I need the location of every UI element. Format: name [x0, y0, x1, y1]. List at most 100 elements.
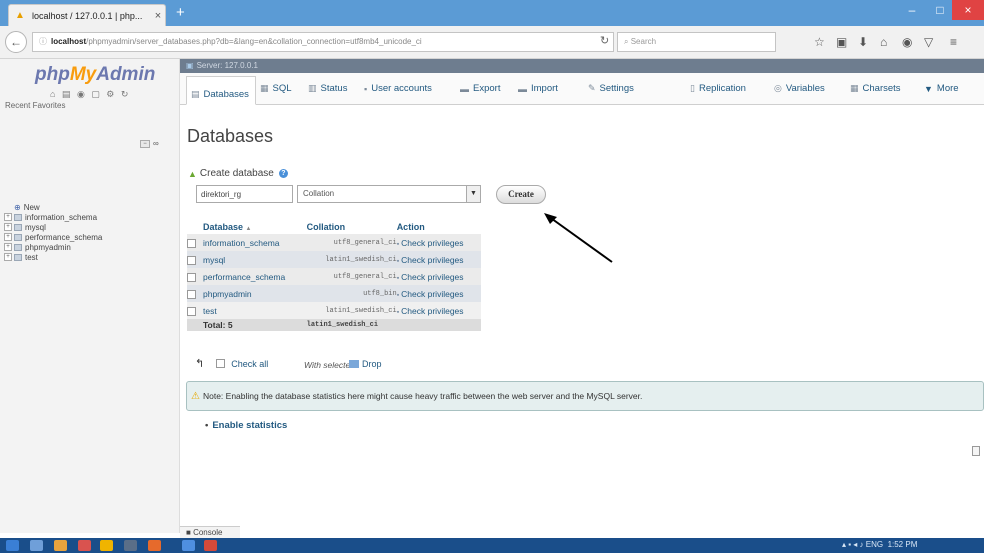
tree-item-performance-schema[interactable]: + performance_schema [4, 232, 102, 242]
phpmyadmin-logo[interactable]: phpMyAdmin [35, 64, 155, 86]
tab-replication[interactable]: ▯ Replication [690, 83, 746, 94]
total-label: Total: 5 [203, 319, 307, 331]
tab-user-accounts[interactable]: ▪ User accounts [364, 83, 432, 94]
browser-tab[interactable]: ▲ localhost / 127.0.0.1 | php... × [8, 4, 166, 26]
app-icon[interactable] [124, 540, 137, 551]
hello-icon[interactable]: ◉ [902, 35, 912, 49]
row-checkbox[interactable] [187, 289, 196, 299]
expand-icon[interactable]: + [4, 223, 12, 231]
tab-export[interactable]: ▬ Export [460, 83, 500, 94]
folder-icon[interactable] [54, 540, 67, 551]
app-icon[interactable] [100, 540, 113, 551]
menu-hamburger-icon[interactable]: ≡ [950, 35, 957, 49]
console-toggle[interactable]: ■ Console [180, 526, 240, 538]
tab-settings[interactable]: ✎ Settings [588, 83, 634, 94]
check-privileges-link[interactable]: ▪ Check privileges [396, 234, 481, 251]
check-privileges-link[interactable]: ▪ Check privileges [396, 285, 481, 302]
tab-label: Export [473, 83, 501, 94]
check-privileges-link[interactable]: ▪ Check privileges [396, 251, 481, 268]
privileges-icon: ▪ [396, 308, 400, 316]
explorer-icon[interactable] [30, 540, 43, 551]
reading-list-icon[interactable]: ▣ [836, 35, 847, 49]
enable-statistics-link[interactable]: • Enable statistics [205, 420, 287, 431]
check-all-label[interactable]: Check all [231, 359, 268, 369]
clock[interactable]: 1:52 PM [888, 540, 918, 549]
create-button[interactable]: Create [496, 185, 546, 204]
tab-more[interactable]: ▼ More [924, 83, 959, 94]
row-checkbox[interactable] [187, 238, 196, 248]
tree-item-mysql[interactable]: + mysql [4, 222, 46, 232]
close-window-button[interactable]: × [952, 0, 984, 20]
header-database[interactable]: Database ▲ [203, 220, 307, 234]
home-icon[interactable]: ⌂ [880, 35, 887, 49]
tab-title: localhost / 127.0.0.1 | php... [32, 10, 143, 21]
search-input[interactable]: ⌕ Search [617, 32, 776, 52]
pocket-icon[interactable]: ▽ [924, 35, 933, 49]
link-with-main-icon[interactable]: ∞ [153, 139, 159, 148]
row-checkbox-cell [187, 234, 203, 251]
tray-icons[interactable]: ▴ ▪ ◂ ♪ [842, 540, 866, 549]
quick-links-icons[interactable]: ⌂ ▤ ◉ ▢ ⚙ ↻ [50, 89, 130, 100]
url-bar[interactable]: ⓘ localhost/phpmyadmin/server_databases.p… [32, 32, 614, 52]
database-name-link[interactable]: test [203, 302, 307, 319]
expand-icon[interactable]: + [4, 233, 12, 241]
row-checkbox[interactable] [187, 272, 196, 282]
maximize-button[interactable]: □ [926, 0, 954, 20]
tab-variables[interactable]: ◎ Variables [774, 83, 825, 94]
minimize-button[interactable]: – [898, 0, 926, 20]
help-icon[interactable]: ? [278, 169, 288, 178]
check-all-checkbox[interactable] [216, 359, 226, 368]
recent-favorites-tabs[interactable]: Recent Favorites [5, 101, 65, 110]
info-icon[interactable]: ⓘ [39, 37, 47, 46]
tab-databases[interactable]: ▤ Databases [186, 76, 256, 105]
server-breadcrumb[interactable]: ▣ Server: 127.0.0.1 [180, 59, 984, 73]
tree-item-information-schema[interactable]: + information_schema [4, 212, 97, 222]
database-name-link[interactable]: information_schema [203, 234, 307, 251]
database-name-link[interactable]: performance_schema [203, 268, 307, 285]
table-row: mysql latin1_swedish_ci ▪ Check privilege… [187, 251, 481, 268]
database-name-link[interactable]: mysql [203, 251, 307, 268]
collation-select[interactable]: Collation ▼ [297, 185, 481, 203]
app-icon[interactable] [182, 540, 195, 551]
bookmark-star-icon[interactable]: ☆ [814, 35, 825, 49]
create-database-icon: ▲ [188, 168, 197, 179]
sql-icon: ▦ [260, 83, 269, 93]
database-name-input[interactable] [196, 185, 293, 203]
total-action-spacer [396, 319, 481, 331]
header-collation[interactable]: Collation [307, 220, 397, 234]
back-arrow-icon[interactable]: ← [5, 31, 27, 53]
tree-item-phpmyadmin[interactable]: + phpmyadmin [4, 242, 71, 252]
expand-icon[interactable]: + [4, 213, 12, 221]
app-icon[interactable] [204, 540, 217, 551]
tab-charsets[interactable]: ▦ Charsets [850, 83, 901, 94]
row-checkbox[interactable] [187, 306, 196, 316]
sort-asc-icon[interactable]: ▲ [246, 226, 252, 232]
search-placeholder: Search [630, 37, 657, 46]
expand-icon[interactable]: + [4, 243, 12, 251]
download-icon[interactable]: ⬇ [858, 35, 868, 49]
charsets-icon: ▦ [850, 83, 859, 93]
tab-sql[interactable]: ▦ SQL [260, 83, 292, 94]
tree-item-test[interactable]: + test [4, 252, 38, 262]
tab-status[interactable]: ▥ Status [308, 83, 347, 94]
expand-icon[interactable]: + [4, 253, 12, 261]
check-privileges-link[interactable]: ▪ Check privileges [396, 302, 481, 319]
database-name-link[interactable]: phpmyadmin [203, 285, 307, 302]
reload-icon[interactable]: ↻ [600, 34, 609, 47]
check-privileges-link[interactable]: ▪ Check privileges [396, 268, 481, 285]
drop-button[interactable]: Drop [349, 359, 382, 369]
tab-import[interactable]: ▬ Import [518, 83, 558, 94]
app-icon[interactable] [78, 540, 91, 551]
firefox-icon[interactable] [148, 540, 161, 551]
tab-close-icon[interactable]: × [151, 10, 165, 22]
chevron-down-icon[interactable]: ▼ [466, 186, 480, 202]
row-checkbox[interactable] [187, 255, 196, 265]
language-indicator[interactable]: ENG [866, 540, 883, 549]
collapse-all-icon[interactable]: − [140, 140, 150, 148]
settings-wrench-icon: ✎ [588, 83, 596, 93]
tree-item-new[interactable]: ⊕ New [14, 202, 40, 212]
new-tab-button[interactable]: + [176, 5, 185, 21]
page-settings-icon[interactable] [972, 446, 980, 456]
check-privileges-label: Check privileges [401, 288, 464, 299]
start-icon[interactable] [6, 540, 19, 551]
